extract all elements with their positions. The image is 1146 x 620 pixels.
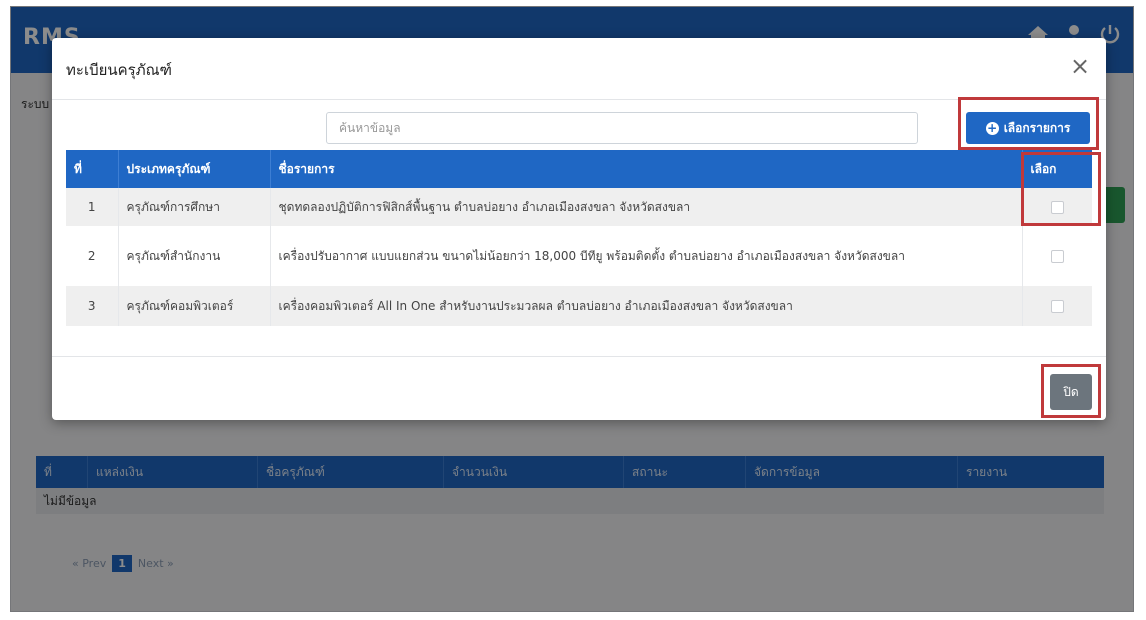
row-type: ครุภัณฑ์การศึกษา	[118, 188, 271, 226]
plus-circle-icon: +	[985, 120, 999, 135]
row-name: เครื่องปรับอากาศ แบบแยกส่วน ขนาดไม่น้อยก…	[270, 226, 1023, 286]
row-pick-cell	[1022, 286, 1092, 326]
table-row: 3 ครุภัณฑ์คอมพิวเตอร์ เครื่องคอมพิวเตอร์…	[66, 286, 1092, 326]
asset-register-modal: ทะเบียนครุภัณฑ์ × + เลือกรายการ ที่ ประเ…	[52, 38, 1106, 420]
row-checkbox[interactable]	[1050, 201, 1064, 214]
close-button[interactable]: ปิด	[1050, 374, 1092, 410]
row-index: 2	[66, 226, 119, 286]
header-name: ชื่อรายการ	[270, 150, 1023, 188]
header-type: ประเภทครุภัณฑ์	[118, 150, 271, 188]
row-index: 1	[66, 188, 119, 226]
row-type: ครุภัณฑ์สำนักงาน	[118, 226, 271, 286]
table-row: 1 ครุภัณฑ์การศึกษา ชุดทดลองปฏิบัติการฟิส…	[66, 188, 1092, 226]
table-row: 2 ครุภัณฑ์สำนักงาน เครื่องปรับอากาศ แบบแ…	[66, 226, 1092, 286]
row-name: ชุดทดลองปฏิบัติการฟิสิกส์พื้นฐาน ตำบลบ่อ…	[270, 188, 1023, 226]
asset-table: ที่ ประเภทครุภัณฑ์ ชื่อรายการ เลือก 1 คร…	[66, 150, 1092, 326]
row-name: เครื่องคอมพิวเตอร์ All In One สำหรับงานป…	[270, 286, 1023, 326]
search-input[interactable]	[326, 112, 918, 144]
modal-footer	[52, 356, 1106, 420]
header-index: ที่	[66, 150, 119, 188]
modal-title: ทะเบียนครุภัณฑ์	[66, 61, 172, 79]
row-type: ครุภัณฑ์คอมพิวเตอร์	[118, 286, 271, 326]
select-items-button[interactable]: + เลือกรายการ	[966, 112, 1090, 144]
row-pick-cell	[1022, 226, 1092, 286]
modal-header: ทะเบียนครุภัณฑ์ ×	[52, 38, 1106, 100]
header-pick: เลือก	[1022, 150, 1092, 188]
row-index: 3	[66, 286, 119, 326]
table-header-row: ที่ ประเภทครุภัณฑ์ ชื่อรายการ เลือก	[66, 150, 1092, 188]
close-icon[interactable]: ×	[1066, 52, 1094, 80]
row-pick-cell	[1022, 188, 1092, 226]
row-checkbox[interactable]	[1050, 300, 1064, 313]
select-items-label: เลือกรายการ	[1003, 120, 1071, 135]
row-checkbox[interactable]	[1050, 250, 1064, 263]
